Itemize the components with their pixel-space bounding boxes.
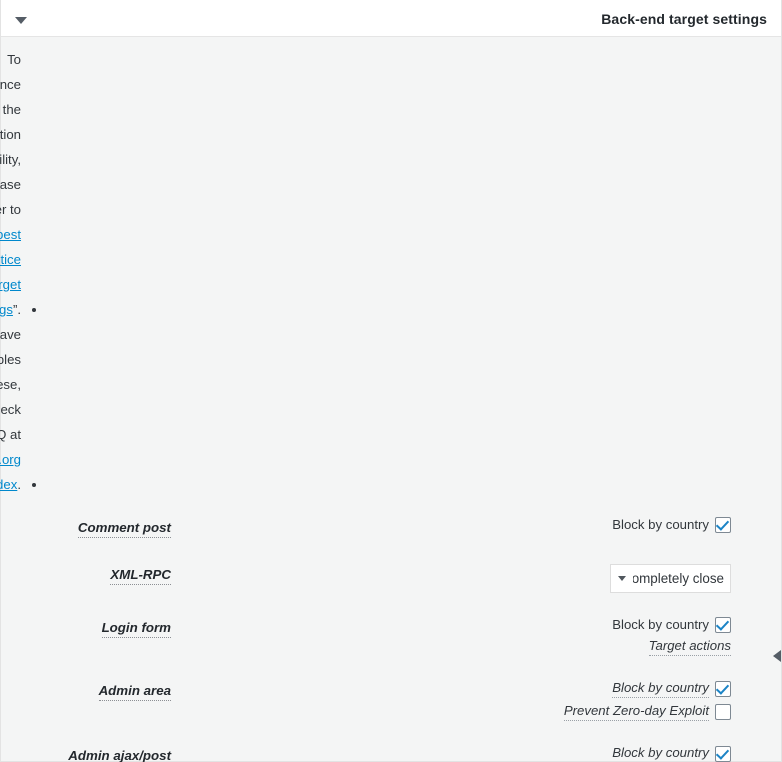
caret-right-icon-login-form[interactable] bbox=[773, 650, 781, 662]
controls-cell-login-form: Block by country Target actions bbox=[181, 605, 741, 668]
section-header-login-form: Login form bbox=[1, 605, 181, 668]
checkbox-block-by-country-comment[interactable] bbox=[715, 517, 731, 533]
notice-block: To enhance the protection ability, pleas… bbox=[0, 37, 781, 505]
notice-text-2: If you have any troubles with these, ple… bbox=[0, 322, 21, 497]
control-block-block-country-ajax: Block by country bbox=[191, 745, 731, 762]
control-block-zeroday-admin: Prevent Zero-day Exploit bbox=[191, 703, 731, 721]
sub-arrow-cell bbox=[741, 552, 781, 605]
control-block-block-country-login: Block by country bbox=[191, 617, 731, 633]
checkbox-prevent-zero-day-admin-area[interactable] bbox=[715, 704, 731, 720]
controls-cell-comment-post: Block by country bbox=[181, 505, 741, 552]
section-label-comment-post[interactable]: Comment post bbox=[77, 520, 171, 538]
checkbox-block-by-country-admin-area[interactable] bbox=[715, 681, 731, 697]
table-row: Completely close XML-RPC bbox=[1, 552, 781, 605]
table-row: Block by country Comment post bbox=[1, 505, 781, 552]
section-header-comment-post: Comment post bbox=[1, 505, 181, 552]
notice-suffix-2: . bbox=[17, 477, 21, 492]
section-header-admin-area: Admin area bbox=[1, 668, 181, 733]
label-block-by-country-admin-ajax: Block by country bbox=[612, 745, 709, 762]
backend-target-settings-panel: Back-end target settings To enhance the … bbox=[0, 0, 782, 762]
controls-cell-admin-area: Block by country Prevent Zero-day Exploi… bbox=[181, 668, 741, 733]
table-row: Block by country Prevent Zero-day Exploi… bbox=[1, 668, 781, 733]
checkbox-block-by-country-login[interactable] bbox=[715, 617, 731, 633]
control-block-block-country-admin: Block by country bbox=[191, 680, 731, 698]
notice-item-faq: If you have any troubles with these, ple… bbox=[0, 322, 21, 497]
table-row: Block by country Prevent Zero-day Exploi… bbox=[1, 733, 781, 762]
select-wrap-xmlrpc: Completely close bbox=[610, 564, 731, 593]
sub-arrow-cell-login bbox=[741, 605, 781, 668]
page-title: Back-end target settings bbox=[601, 11, 767, 27]
link-wordpress-org[interactable]: WordPress.org bbox=[0, 452, 21, 467]
control-block-target-actions: Target actions bbox=[191, 638, 731, 656]
notice-prefix-2: If you have any troubles with these, ple… bbox=[0, 327, 21, 442]
chevron-down-icon[interactable] bbox=[11, 10, 31, 30]
sub-arrow-cell bbox=[741, 668, 781, 733]
checkbox-block-by-country-admin-ajax[interactable] bbox=[715, 746, 731, 762]
chevron-down-glyph bbox=[15, 16, 27, 24]
notice-list: To enhance the protection ability, pleas… bbox=[0, 47, 781, 497]
label-prevent-zero-day-admin-area: Prevent Zero-day Exploit bbox=[563, 703, 709, 721]
section-header-xmlrpc: XML-RPC bbox=[1, 552, 181, 605]
control-block-allow-country-comment: Block by country bbox=[191, 517, 731, 533]
link-target-actions[interactable]: Target actions bbox=[648, 638, 731, 656]
label-block-by-country-admin-area: Block by country bbox=[612, 680, 709, 698]
section-label-xmlrpc[interactable]: XML-RPC bbox=[110, 567, 171, 585]
notice-item-best-practice: To enhance the protection ability, pleas… bbox=[0, 47, 21, 322]
arrow-holder bbox=[741, 650, 781, 668]
sub-arrow-cell-ajax bbox=[741, 733, 781, 762]
sub-arrow-cell bbox=[741, 505, 781, 552]
table-row: Block by country Target actions Login fo… bbox=[1, 605, 781, 668]
link-codex[interactable]: Codex bbox=[0, 477, 17, 492]
controls-cell-xmlrpc: Completely close bbox=[181, 552, 741, 605]
notice-prefix-1: To enhance the protection ability, pleas… bbox=[0, 52, 22, 217]
target-settings-table: Block by country Comment post Completely… bbox=[1, 505, 781, 762]
control-block-xmlrpc-mode: Completely close bbox=[191, 564, 731, 593]
label-block-by-country-login: Block by country bbox=[612, 617, 709, 632]
section-header-admin-ajax: Admin ajax/post bbox=[1, 733, 181, 762]
section-label-admin-area[interactable]: Admin area bbox=[98, 683, 171, 701]
section-label-admin-ajax[interactable]: Admin ajax/post bbox=[68, 748, 171, 762]
panel-header: Back-end target settings bbox=[1, 0, 781, 37]
section-label-login-form[interactable]: Login form bbox=[101, 620, 171, 638]
label-block-by-country-comment: Block by country bbox=[612, 517, 709, 532]
notice-text-1: To enhance the protection ability, pleas… bbox=[0, 47, 21, 322]
controls-cell-admin-ajax: Block by country Prevent Zero-day Exploi… bbox=[181, 733, 741, 762]
notice-suffix-1: ”. bbox=[12, 302, 21, 317]
screenshot-root: Back-end target settings To enhance the … bbox=[0, 0, 782, 762]
select-xmlrpc-mode[interactable]: Completely close bbox=[610, 564, 731, 593]
